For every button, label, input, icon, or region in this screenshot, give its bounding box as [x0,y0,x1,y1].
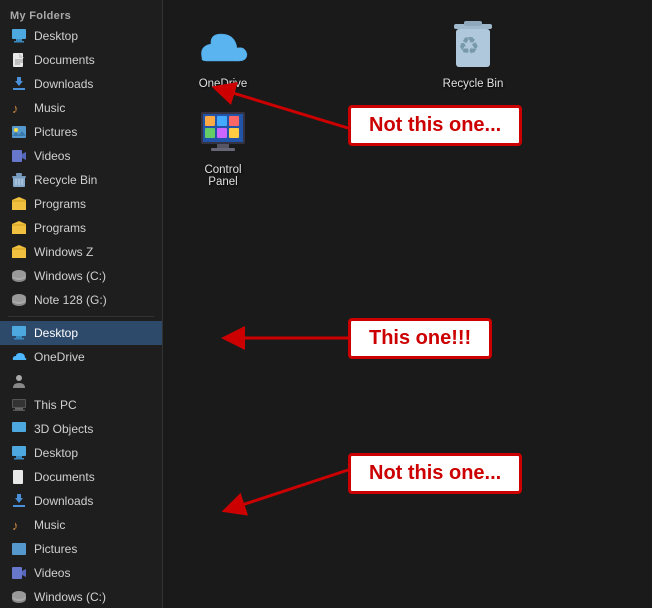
sidebar-item-programs2[interactable]: Programs [0,216,162,240]
onedrive-label: OneDrive [199,78,248,90]
sidebar-item-desktop2[interactable]: Desktop [0,321,162,345]
sidebar-videos-label: Videos [34,149,70,163]
sidebar: My Folders Desktop Documents Downloads [0,0,163,608]
downloads2-icon [10,492,28,510]
recycle-icon-img: ♻ [447,20,499,72]
svg-text:♪: ♪ [12,518,19,533]
sidebar-item-recycle[interactable]: Recycle Bin [0,168,162,192]
recycle-desktop-icon[interactable]: ♻ Recycle Bin [433,14,513,96]
separator1 [8,316,154,317]
sidebar-scroll[interactable]: My Folders Desktop Documents Downloads [0,0,162,608]
sidebar-desktop-label: Desktop [34,29,78,43]
sidebar-windowsz-label: Windows Z [34,245,93,259]
sidebar-item-windowsz[interactable]: Windows Z [0,240,162,264]
svg-text:♻: ♻ [458,33,480,60]
sidebar-item-downloads[interactable]: Downloads [0,72,162,96]
sidebar-desktop2-label: Desktop [34,326,78,340]
sidebar-pictures-label: Pictures [34,125,77,139]
sidebar-note128-label: Note 128 (G:) [34,293,107,307]
sidebar-item-3dobjects[interactable]: 3D Objects [0,417,162,441]
music-icon: ♪ [10,99,28,117]
windowsc2-icon [10,588,28,606]
sidebar-item-pictures[interactable]: Pictures [0,120,162,144]
sidebar-item-downloads2[interactable]: Downloads [0,489,162,513]
sidebar-item-user[interactable] [0,369,162,393]
desktop2-icon [10,324,28,342]
controlpanel-label: Control Panel [189,164,257,188]
sidebar-item-videos2[interactable]: Videos [0,561,162,585]
desktop3-icon [10,444,28,462]
sidebar-item-programs1[interactable]: Programs [0,192,162,216]
thispc-icon [10,396,28,414]
videos2-icon [10,564,28,582]
sidebar-thispc-label: This PC [34,398,77,412]
programs1-icon [10,195,28,213]
sidebar-desktop3-label: Desktop [34,446,78,460]
note128-icon [10,291,28,309]
sidebar-music2-label: Music [34,518,65,532]
documents2-icon [10,468,28,486]
sidebar-downloads2-label: Downloads [34,494,93,508]
windowsc-icon [10,267,28,285]
sidebar-item-windowsc[interactable]: Windows (C:) [0,264,162,288]
svg-text:♪: ♪ [12,101,19,116]
main-content: OneDrive ♻ Recycle Bin [163,0,652,608]
sidebar-recycle-label: Recycle Bin [34,173,97,187]
sidebar-documents2-label: Documents [34,470,95,484]
sidebar-windowsc-label: Windows (C:) [34,269,106,283]
controlpanel-icon-img [197,106,249,158]
my-folders-label: My Folders [0,4,162,24]
windowsz-icon [10,243,28,261]
onedrive-desktop-icon[interactable]: OneDrive [183,14,263,96]
user-icon [10,372,28,390]
sidebar-programs2-label: Programs [34,221,86,235]
sidebar-documents-label: Documents [34,53,95,67]
sidebar-pictures2-label: Pictures [34,542,77,556]
programs2-icon [10,219,28,237]
sidebar-item-music2[interactable]: ♪ Music [0,513,162,537]
sidebar-music-label: Music [34,101,65,115]
sidebar-3dobjects-label: 3D Objects [34,422,93,436]
sidebar-item-videos[interactable]: Videos [0,144,162,168]
3dobjects-icon [10,420,28,438]
callout-this-one: This one!!! [348,318,492,359]
sidebar-item-desktop3[interactable]: Desktop [0,441,162,465]
controlpanel-desktop-icon[interactable]: Control Panel [183,100,263,194]
sidebar-item-note128[interactable]: Note 128 (G:) [0,288,162,312]
documents-icon [10,51,28,69]
sidebar-onedrive-label: OneDrive [34,350,85,364]
sidebar-item-desktop[interactable]: Desktop [0,24,162,48]
sidebar-item-documents2[interactable]: Documents [0,465,162,489]
recycle-icon [10,171,28,189]
sidebar-videos2-label: Videos [34,566,70,580]
sidebar-windowsc2-label: Windows (C:) [34,590,106,604]
onedrive2-icon [10,348,28,366]
sidebar-programs1-label: Programs [34,197,86,211]
sidebar-downloads-label: Downloads [34,77,93,91]
videos-icon [10,147,28,165]
music2-icon: ♪ [10,516,28,534]
sidebar-item-onedrive[interactable]: OneDrive [0,345,162,369]
callout-not-this-one-1: Not this one... [348,105,522,146]
sidebar-item-pictures2[interactable]: Pictures [0,537,162,561]
sidebar-item-windowsc2[interactable]: Windows (C:) [0,585,162,608]
sidebar-item-music[interactable]: ♪ Music [0,96,162,120]
recycle-label: Recycle Bin [443,78,504,90]
desktop-icon [10,27,28,45]
sidebar-item-documents[interactable]: Documents [0,48,162,72]
pictures-icon [10,123,28,141]
onedrive-icon-img [197,20,249,72]
sidebar-item-thispc[interactable]: This PC [0,393,162,417]
downloads-icon [10,75,28,93]
callout-not-this-one-2: Not this one... [348,453,522,494]
pictures2-icon [10,540,28,558]
